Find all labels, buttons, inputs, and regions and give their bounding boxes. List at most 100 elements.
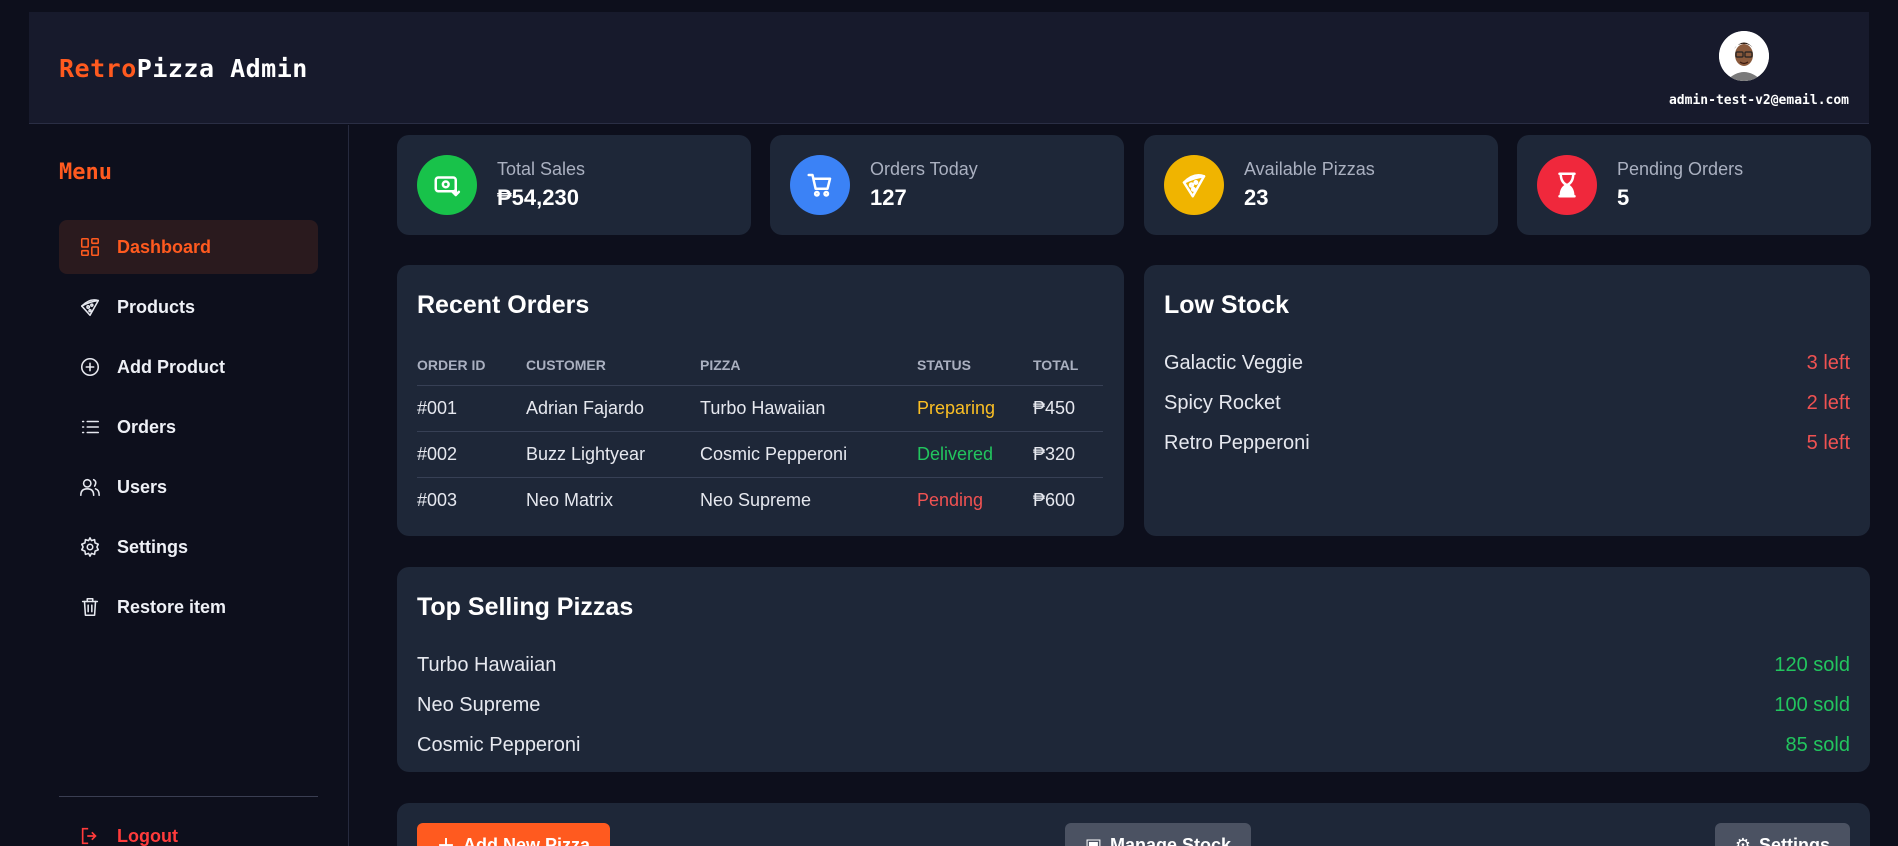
low-stock-list: Galactic Veggie 3 left Spicy Rocket 2 le… bbox=[1164, 343, 1850, 463]
recent-orders-title: Recent Orders bbox=[417, 291, 590, 319]
stat-value: 127 bbox=[870, 185, 907, 210]
sidebar-item-label: Orders bbox=[117, 416, 177, 437]
sidebar-item-label: Restore item bbox=[117, 596, 227, 617]
stat-label: Pending Orders bbox=[1617, 159, 1744, 179]
settings-label: Settings bbox=[1758, 834, 1830, 846]
list-item: Turbo Hawaiian 120 sold bbox=[417, 645, 1850, 685]
sidebar-item-add-product[interactable]: Add Product bbox=[59, 340, 318, 394]
sidebar-item-label: Users bbox=[117, 476, 168, 497]
sidebar-item-settings[interactable]: Settings bbox=[59, 520, 318, 574]
column-header: STATUS bbox=[917, 345, 1033, 386]
order-id: #001 bbox=[417, 385, 526, 432]
top-pizza-name: Cosmic Pepperoni bbox=[417, 733, 581, 756]
sidebar-item-restore[interactable]: Restore item bbox=[59, 580, 318, 634]
manage-stock-button[interactable]: ▣ Manage Stock bbox=[1065, 823, 1252, 846]
dashboard-icon bbox=[80, 237, 100, 257]
stat-value: ₱54,230 bbox=[497, 185, 579, 210]
table-row[interactable]: #002 Buzz Lightyear Cosmic Pepperoni Del… bbox=[417, 431, 1103, 478]
user-email: admin-test-v2@email.com bbox=[1668, 93, 1849, 108]
order-id: #002 bbox=[417, 431, 526, 478]
brand-accent: Retro bbox=[59, 54, 137, 83]
pizza-icon bbox=[1164, 155, 1224, 215]
sidebar-item-orders[interactable]: Orders bbox=[59, 400, 318, 454]
top-pizza-sold: 85 sold bbox=[1785, 733, 1851, 756]
order-pizza: Neo Supreme bbox=[700, 489, 812, 510]
list-item: Cosmic Pepperoni 85 sold bbox=[417, 725, 1850, 765]
top-bar: RetroPizza Admin admin-test-v2@email.com bbox=[29, 12, 1869, 124]
plus-circle-icon bbox=[80, 357, 100, 377]
column-header: CUSTOMER bbox=[526, 345, 700, 386]
order-customer: Neo Matrix bbox=[526, 489, 614, 510]
brand-logo[interactable]: RetroPizza Admin bbox=[59, 54, 308, 83]
low-stock-title: Low Stock bbox=[1164, 291, 1290, 319]
stat-value: 5 bbox=[1617, 185, 1630, 210]
actions-panel: ＋ Add New Pizza ▣ Manage Stock ⚙ Setting… bbox=[397, 803, 1870, 846]
plus-icon: ＋ bbox=[437, 836, 455, 846]
stat-value: 23 bbox=[1244, 185, 1269, 210]
logout-icon bbox=[81, 827, 97, 845]
stat-label: Total Sales bbox=[497, 159, 586, 179]
gear-icon: ⚙ bbox=[1734, 834, 1751, 846]
sidebar-nav: Dashboard Products Add Product Orders Us… bbox=[59, 220, 318, 640]
logout-label: Logout bbox=[117, 825, 178, 846]
orders-table: ORDER ID CUSTOMER PIZZA STATUS TOTAL #00… bbox=[417, 345, 1103, 523]
table-row[interactable]: #003 Neo Matrix Neo Supreme Pending ₱600 bbox=[417, 477, 1103, 523]
table-row[interactable]: #001 Adrian Fajardo Turbo Hawaiian Prepa… bbox=[417, 385, 1103, 432]
top-selling-list: Turbo Hawaiian 120 sold Neo Supreme 100 … bbox=[417, 645, 1850, 765]
stat-label: Available Pizzas bbox=[1244, 159, 1375, 179]
sidebar-item-users[interactable]: Users bbox=[59, 460, 318, 514]
column-header: TOTAL bbox=[1033, 345, 1103, 386]
top-pizza-name: Turbo Hawaiian bbox=[417, 653, 557, 676]
add-pizza-button[interactable]: ＋ Add New Pizza bbox=[417, 823, 611, 846]
list-item: Spicy Rocket 2 left bbox=[1164, 383, 1850, 423]
sidebar-item-label: Settings bbox=[117, 536, 189, 557]
top-pizza-sold: 120 sold bbox=[1774, 653, 1850, 676]
sidebar-divider bbox=[59, 796, 318, 797]
order-status: Delivered bbox=[917, 431, 1033, 478]
trash-icon bbox=[81, 597, 99, 617]
order-total: ₱450 bbox=[1033, 385, 1103, 432]
sidebar-item-dashboard[interactable]: Dashboard bbox=[59, 220, 318, 274]
recent-orders-panel: Recent Orders ORDER ID CUSTOMER PIZZA ST… bbox=[397, 265, 1124, 536]
menu-title: Menu bbox=[59, 160, 112, 185]
stat-card-total-sales: Total Sales ₱54,230 bbox=[397, 135, 751, 235]
order-id: #003 bbox=[417, 489, 458, 510]
user-profile[interactable]: admin-test-v2@email.com bbox=[1629, 31, 1849, 111]
pizza-icon bbox=[80, 299, 100, 317]
manage-stock-label: Manage Stock bbox=[1110, 834, 1232, 846]
list-item: Retro Pepperoni 5 left bbox=[1164, 423, 1850, 463]
stat-card-pending-orders: Pending Orders 5 bbox=[1517, 135, 1871, 235]
list-item: Galactic Veggie 3 left bbox=[1164, 343, 1850, 383]
list-icon bbox=[81, 420, 100, 434]
settings-button[interactable]: ⚙ Settings bbox=[1714, 823, 1850, 846]
order-pizza: Turbo Hawaiian bbox=[700, 385, 917, 432]
list-item: Neo Supreme 100 sold bbox=[417, 685, 1850, 725]
top-selling-title: Top Selling Pizzas bbox=[417, 593, 634, 621]
order-total: ₱320 bbox=[1033, 431, 1103, 478]
cart-icon bbox=[790, 155, 850, 215]
stat-label: Orders Today bbox=[870, 159, 978, 179]
low-stock-panel: Low Stock Galactic Veggie 3 left Spicy R… bbox=[1144, 265, 1870, 536]
order-customer: Buzz Lightyear bbox=[526, 431, 700, 478]
stock-item-name: Retro Pepperoni bbox=[1164, 431, 1310, 454]
stock-item-left: 2 left bbox=[1806, 391, 1850, 414]
sidebar-item-label: Products bbox=[117, 296, 196, 317]
column-header: ORDER ID bbox=[417, 345, 526, 386]
sidebar-item-products[interactable]: Products bbox=[59, 280, 318, 334]
order-pizza: Cosmic Pepperoni bbox=[700, 431, 917, 478]
avatar[interactable] bbox=[1719, 31, 1769, 81]
stat-card-available-pizzas: Available Pizzas 23 bbox=[1144, 135, 1498, 235]
table-header-row: ORDER ID CUSTOMER PIZZA STATUS TOTAL bbox=[417, 345, 1103, 386]
stock-item-left: 5 left bbox=[1806, 431, 1850, 454]
order-status: Preparing bbox=[917, 385, 1033, 432]
gear-icon bbox=[80, 537, 100, 557]
sidebar-item-label: Add Product bbox=[117, 356, 225, 377]
stock-item-left: 3 left bbox=[1806, 351, 1850, 374]
stat-card-orders-today: Orders Today 127 bbox=[770, 135, 1124, 235]
users-icon bbox=[80, 478, 100, 497]
sidebar-item-label: Dashboard bbox=[117, 236, 212, 257]
logout-button[interactable]: Logout bbox=[79, 825, 178, 846]
stock-item-name: Galactic Veggie bbox=[1164, 351, 1303, 374]
top-selling-panel: Top Selling Pizzas Turbo Hawaiian 120 so… bbox=[397, 567, 1870, 772]
order-total: ₱600 bbox=[1033, 489, 1076, 510]
